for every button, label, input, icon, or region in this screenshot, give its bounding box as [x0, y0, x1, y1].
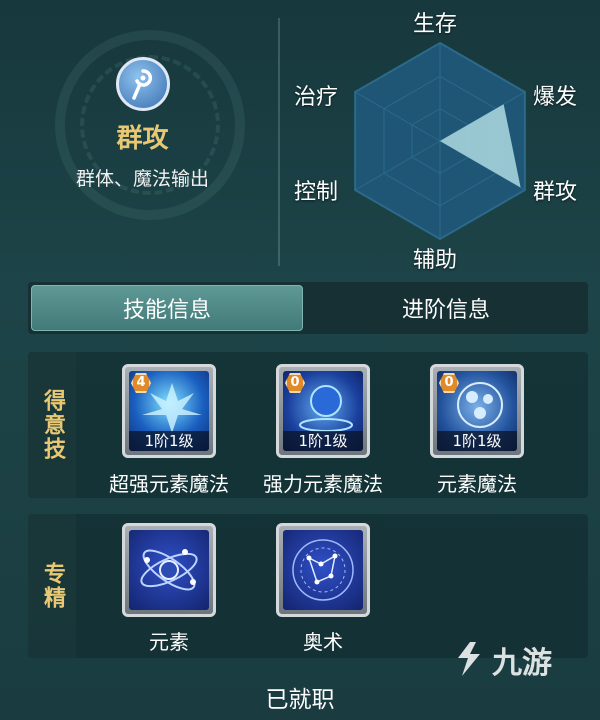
radar-label-control: 控制	[294, 180, 339, 205]
radar-chart	[354, 41, 526, 241]
skill-level: 1阶1级	[437, 431, 517, 451]
class-description: 群体、魔法输出	[75, 168, 209, 190]
radar-label-burst: 爆发	[533, 85, 578, 110]
watermark-text: 九游	[492, 646, 552, 681]
specialty-arcane[interactable]	[276, 523, 370, 617]
skill-name: 元素魔法	[437, 472, 517, 496]
specialty-name: 元素	[149, 630, 189, 654]
watermark-logo: 九游	[452, 638, 552, 682]
specialties-label: 专精	[28, 514, 76, 658]
storm-spell-icon: 4 1阶1级	[129, 371, 209, 451]
atom-icon	[129, 530, 209, 610]
class-name: 群攻	[116, 124, 169, 154]
skill-element-magic[interactable]: 0 1阶1级	[430, 364, 524, 458]
job-status: 已就职	[265, 687, 335, 713]
skill-level: 1阶1级	[283, 431, 363, 451]
specialty-name: 奥术	[303, 630, 343, 654]
signature-skills-label: 得意技	[28, 352, 76, 498]
vertical-divider	[278, 18, 280, 266]
skill-super-element-magic[interactable]: 4 1阶1级	[122, 364, 216, 458]
constellation-icon	[283, 530, 363, 610]
nine-game-logo-icon	[458, 642, 480, 676]
tab-skill-info[interactable]: 技能信息	[31, 285, 303, 331]
skill-name: 超强元素魔法	[109, 472, 229, 496]
specialty-element[interactable]	[122, 523, 216, 617]
staff-icon	[116, 57, 170, 111]
skill-level: 1阶1级	[129, 431, 209, 451]
orb-spell-icon: 0 1阶1级	[283, 371, 363, 451]
elements-spell-icon: 0 1阶1级	[437, 371, 517, 451]
radar-label-aoe: 群攻	[533, 180, 578, 205]
radar-label-survival: 生存	[413, 12, 458, 37]
skill-strong-element-magic[interactable]: 0 1阶1级	[276, 364, 370, 458]
tab-advance-info[interactable]: 进阶信息	[305, 285, 587, 331]
radar-label-healing: 治疗	[294, 85, 339, 110]
radar-label-support: 辅助	[413, 248, 458, 273]
skill-name: 强力元素魔法	[263, 472, 383, 496]
